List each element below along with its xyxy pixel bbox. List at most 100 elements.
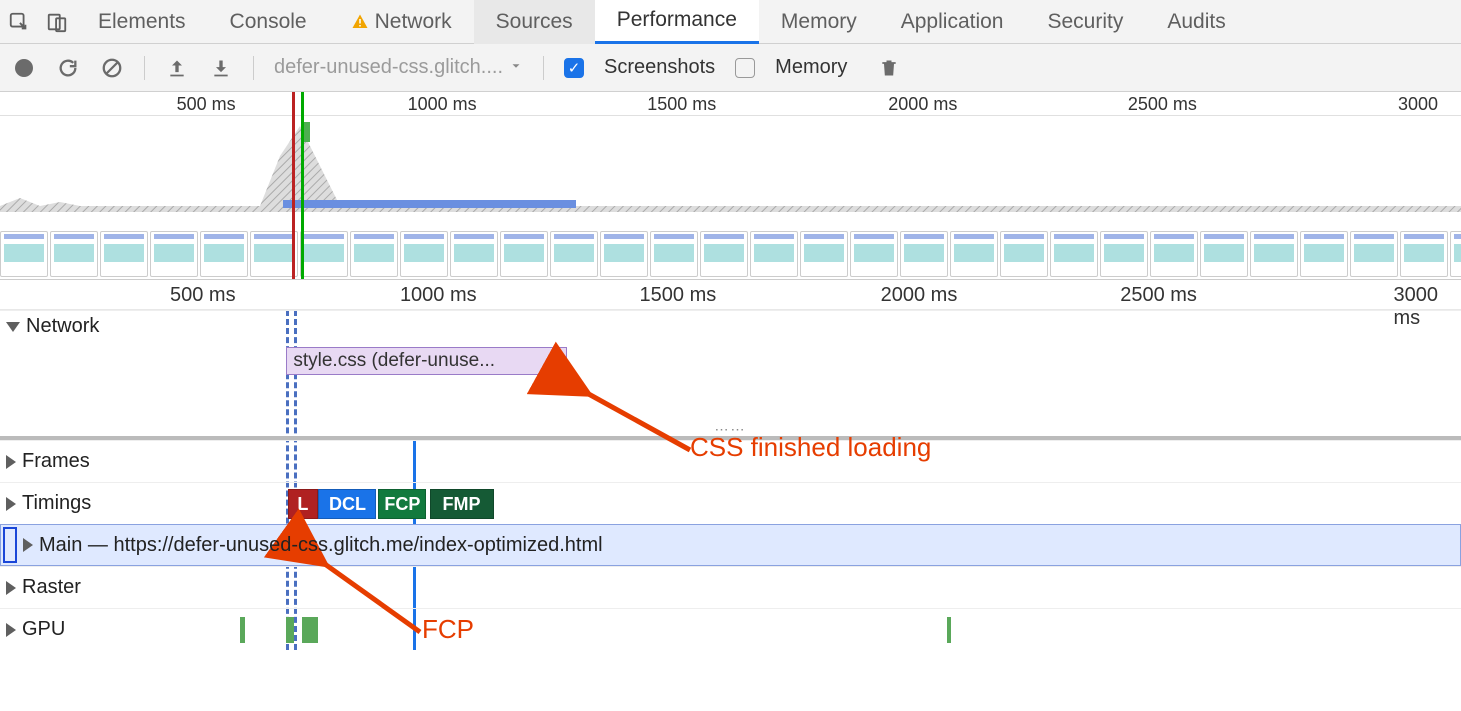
reload-button[interactable] (56, 56, 80, 80)
timing-badge-L[interactable]: L (288, 489, 318, 519)
filmstrip-frame (1250, 231, 1298, 277)
main-label: Main — https://defer-unused-css.glitch.m… (39, 534, 603, 557)
record-button[interactable] (12, 56, 36, 80)
memory-label: Memory (775, 56, 847, 79)
drag-handle-icon[interactable]: ⋯⋯ (715, 421, 747, 438)
expand-icon[interactable] (6, 455, 16, 469)
upload-icon[interactable] (165, 56, 189, 80)
filmstrip-frame (400, 231, 448, 277)
ruler-tick: 2000 ms (881, 284, 962, 307)
overview-timeline[interactable]: 500 ms 1000 ms 1500 ms 2000 ms 2500 ms 3… (0, 92, 1461, 280)
divider (144, 56, 145, 80)
ruler-tick: 1500 ms (640, 284, 721, 307)
ruler-tick: 500 ms (177, 94, 240, 115)
network-label: Network (26, 315, 99, 338)
clear-button[interactable] (100, 56, 124, 80)
devtools-tab-bar: Elements Console Network Sources Perform… (0, 0, 1461, 44)
filmstrip-frame (700, 231, 748, 277)
load-marker (292, 92, 295, 279)
filmstrip-frame (750, 231, 798, 277)
ruler-tick: 2000 ms (888, 94, 961, 115)
gpu-segment (240, 617, 246, 643)
tab-application[interactable]: Application (879, 0, 1026, 44)
ruler-tick: 2500 ms (1120, 284, 1201, 307)
main-track[interactable]: Main — https://defer-unused-css.glitch.m… (0, 524, 1461, 566)
frames-track[interactable]: Frames (0, 440, 1461, 482)
fcp-marker (301, 92, 304, 279)
filmstrip-frame (100, 231, 148, 277)
memory-checkbox[interactable] (735, 58, 755, 78)
gpu-label: GPU (22, 618, 65, 641)
filmstrip-frame (1400, 231, 1448, 277)
cpu-chart (0, 116, 1461, 212)
ruler-tick: 1500 ms (647, 94, 720, 115)
filmstrip-frame (450, 231, 498, 277)
filmstrip-frame (600, 231, 648, 277)
flamechart[interactable]: 500 ms 1000 ms 1500 ms 2000 ms 2500 ms 3… (0, 280, 1461, 650)
timing-badge-FMP[interactable]: FMP (430, 489, 494, 519)
tab-sources[interactable]: Sources (474, 0, 595, 44)
filmstrip-frame (1050, 231, 1098, 277)
network-track[interactable]: Network style.css (defer-unuse... ⋯⋯ (0, 310, 1461, 440)
ruler-tick: 500 ms (170, 284, 240, 307)
tab-audits[interactable]: Audits (1145, 0, 1247, 44)
performance-toolbar: defer-unused-css.glitch.... ✓ Screenshot… (0, 44, 1461, 92)
screenshots-label: Screenshots (604, 56, 715, 79)
download-icon[interactable] (209, 56, 233, 80)
tab-console[interactable]: Console (208, 0, 329, 44)
filmstrip-frame (0, 231, 48, 277)
filmstrip-frame (250, 231, 298, 277)
warning-icon (351, 13, 369, 31)
filmstrip-frame (850, 231, 898, 277)
ruler-tick: 1000 ms (408, 94, 481, 115)
expand-icon[interactable] (23, 538, 33, 552)
filmstrip-frame (300, 231, 348, 277)
tab-performance[interactable]: Performance (595, 0, 759, 44)
tab-memory[interactable]: Memory (759, 0, 879, 44)
ruler-tick: 3000 (1398, 94, 1442, 115)
inspect-icon[interactable] (0, 0, 38, 44)
flamechart-ruler: 500 ms 1000 ms 1500 ms 2000 ms 2500 ms 3… (0, 280, 1461, 310)
overview-ruler: 500 ms 1000 ms 1500 ms 2000 ms 2500 ms 3… (0, 92, 1461, 116)
divider (543, 56, 544, 80)
filmstrip-frame (1450, 231, 1461, 277)
filmstrip-frame (900, 231, 948, 277)
filmstrip-frame (150, 231, 198, 277)
tab-network[interactable]: Network (329, 0, 474, 44)
expand-icon[interactable] (6, 497, 16, 511)
network-request[interactable]: style.css (defer-unuse... (286, 347, 567, 375)
expand-icon[interactable] (6, 623, 16, 637)
gpu-track[interactable]: GPU (0, 608, 1461, 650)
timing-badge-DCL[interactable]: DCL (318, 489, 376, 519)
gpu-segment (947, 617, 951, 643)
filmstrip-frame (1350, 231, 1398, 277)
tab-security[interactable]: Security (1025, 0, 1145, 44)
filmstrip-frame (550, 231, 598, 277)
filmstrip-frame (50, 231, 98, 277)
filmstrip-frame (500, 231, 548, 277)
filmstrip-frame (650, 231, 698, 277)
raster-track[interactable]: Raster (0, 566, 1461, 608)
filmstrip-frame (350, 231, 398, 277)
dropdown-icon (509, 56, 523, 79)
filmstrip-frame (950, 231, 998, 277)
screenshots-checkbox[interactable]: ✓ (564, 58, 584, 78)
raster-label: Raster (22, 576, 81, 599)
tab-elements[interactable]: Elements (76, 0, 208, 44)
filmstrip-frame (1000, 231, 1048, 277)
gpu-segment (286, 617, 293, 643)
delete-icon[interactable] (877, 56, 901, 80)
timings-label: Timings (22, 492, 91, 515)
expand-icon[interactable] (6, 581, 16, 595)
filmstrip-frame (800, 231, 848, 277)
ruler-tick: 2500 ms (1128, 94, 1201, 115)
filmstrip-frame (1300, 231, 1348, 277)
collapse-icon[interactable] (6, 322, 20, 332)
device-toggle-icon[interactable] (38, 0, 76, 44)
filmstrip-frame (200, 231, 248, 277)
gpu-segment (302, 617, 318, 643)
timing-badge-FCP[interactable]: FCP (378, 489, 426, 519)
timings-track[interactable]: Timings L DCL FCP FMP (0, 482, 1461, 524)
recording-select[interactable]: defer-unused-css.glitch.... (274, 56, 523, 79)
ruler-tick: 1000 ms (400, 284, 481, 307)
